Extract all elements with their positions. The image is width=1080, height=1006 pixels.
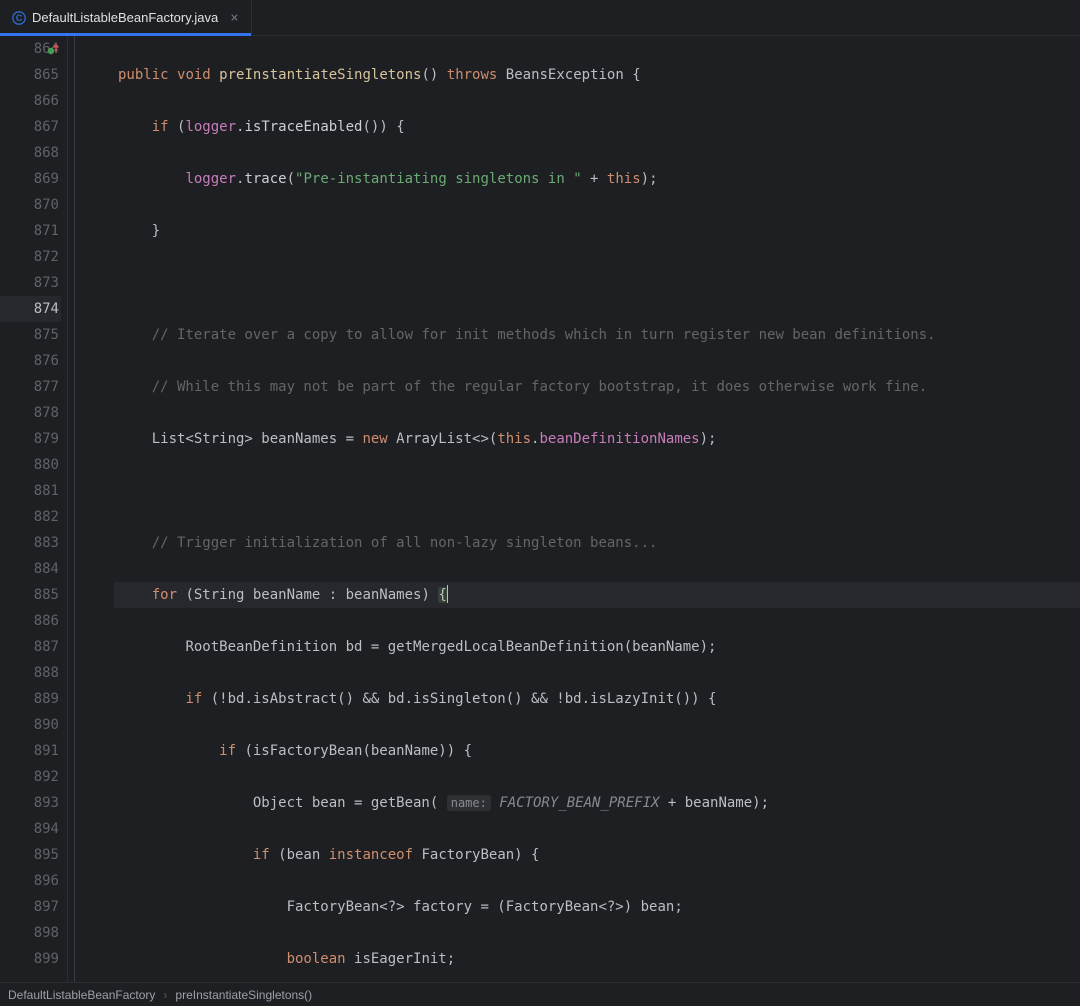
breadcrumb[interactable]: DefaultListableBeanFactory › preInstanti… [0, 982, 1080, 1006]
code-line[interactable]: // While this may not be part of the reg… [114, 374, 1080, 400]
line-number: 876 [0, 348, 61, 374]
line-number: 870 [0, 192, 61, 218]
line-number: 869 [0, 166, 61, 192]
line-number: 895 [0, 842, 61, 868]
line-number: 878 [0, 400, 61, 426]
line-number: 877 [0, 374, 61, 400]
line-number: 889 [0, 686, 61, 712]
tab-label: DefaultListableBeanFactory.java [32, 10, 218, 25]
code-line[interactable]: for (String beanName : beanNames) { [114, 582, 1080, 608]
code-line[interactable]: RootBeanDefinition bd = getMergedLocalBe… [114, 634, 1080, 660]
code-line[interactable]: logger.trace("Pre-instantiating singleto… [114, 166, 1080, 192]
line-number: 874 [0, 296, 61, 322]
line-number: 872 [0, 244, 61, 270]
line-number-gutter: 864 865 866 867 868 869 870 871 872 873 … [0, 36, 68, 982]
code-line[interactable]: // Iterate over a copy to allow for init… [114, 322, 1080, 348]
close-icon[interactable]: × [230, 10, 238, 26]
line-number: 899 [0, 946, 61, 972]
line-number: 890 [0, 712, 61, 738]
code-line[interactable]: if (bean instanceof FactoryBean) { [114, 842, 1080, 868]
code-line[interactable] [114, 478, 1080, 504]
code-line[interactable]: } [114, 218, 1080, 244]
code-line[interactable]: if (!bd.isAbstract() && bd.isSingleton()… [114, 686, 1080, 712]
line-number: 864 [0, 36, 61, 62]
line-number: 875 [0, 322, 61, 348]
line-number: 893 [0, 790, 61, 816]
line-number: 882 [0, 504, 61, 530]
line-number: 894 [0, 816, 61, 842]
line-number: 865 [0, 62, 61, 88]
line-number: 881 [0, 478, 61, 504]
line-number: 880 [0, 452, 61, 478]
code-line[interactable]: boolean isEagerInit; [114, 946, 1080, 972]
line-number: 867 [0, 114, 61, 140]
editor[interactable]: 864 865 866 867 868 869 870 871 872 873 … [0, 36, 1080, 982]
breadcrumb-class[interactable]: DefaultListableBeanFactory [8, 988, 155, 1002]
code-line[interactable]: FactoryBean<?> factory = (FactoryBean<?>… [114, 894, 1080, 920]
line-number: 897 [0, 894, 61, 920]
fold-gutter [68, 36, 114, 982]
tab-file[interactable]: C DefaultListableBeanFactory.java × [0, 0, 252, 35]
code-area[interactable]: public void preInstantiateSingletons() t… [114, 36, 1080, 982]
svg-text:C: C [16, 13, 23, 23]
code-line[interactable]: if (logger.isTraceEnabled()) { [114, 114, 1080, 140]
line-number: 885 [0, 582, 61, 608]
code-line[interactable] [114, 270, 1080, 296]
code-line[interactable]: // Trigger initialization of all non-laz… [114, 530, 1080, 556]
line-number: 891 [0, 738, 61, 764]
line-number: 892 [0, 764, 61, 790]
tab-bar: C DefaultListableBeanFactory.java × [0, 0, 1080, 36]
line-number: 886 [0, 608, 61, 634]
code-line[interactable]: if (isFactoryBean(beanName)) { [114, 738, 1080, 764]
line-number: 888 [0, 660, 61, 686]
code-line[interactable]: Object bean = getBean( name: FACTORY_BEA… [114, 790, 1080, 816]
line-number: 896 [0, 868, 61, 894]
breadcrumb-method[interactable]: preInstantiateSingletons() [175, 988, 312, 1002]
file-class-icon: C [12, 11, 26, 25]
code-line[interactable]: public void preInstantiateSingletons() t… [114, 62, 1080, 88]
line-number: 866 [0, 88, 61, 114]
line-number: 879 [0, 426, 61, 452]
chevron-right-icon: › [163, 988, 167, 1002]
line-number: 868 [0, 140, 61, 166]
line-number: 871 [0, 218, 61, 244]
line-number: 873 [0, 270, 61, 296]
parameter-hint: name: [447, 795, 491, 811]
line-number: 887 [0, 634, 61, 660]
text-caret [447, 585, 448, 603]
line-number: 883 [0, 530, 61, 556]
override-gutter-icon[interactable] [47, 42, 61, 56]
line-number: 884 [0, 556, 61, 582]
line-number: 898 [0, 920, 61, 946]
code-line[interactable]: List<String> beanNames = new ArrayList<>… [114, 426, 1080, 452]
